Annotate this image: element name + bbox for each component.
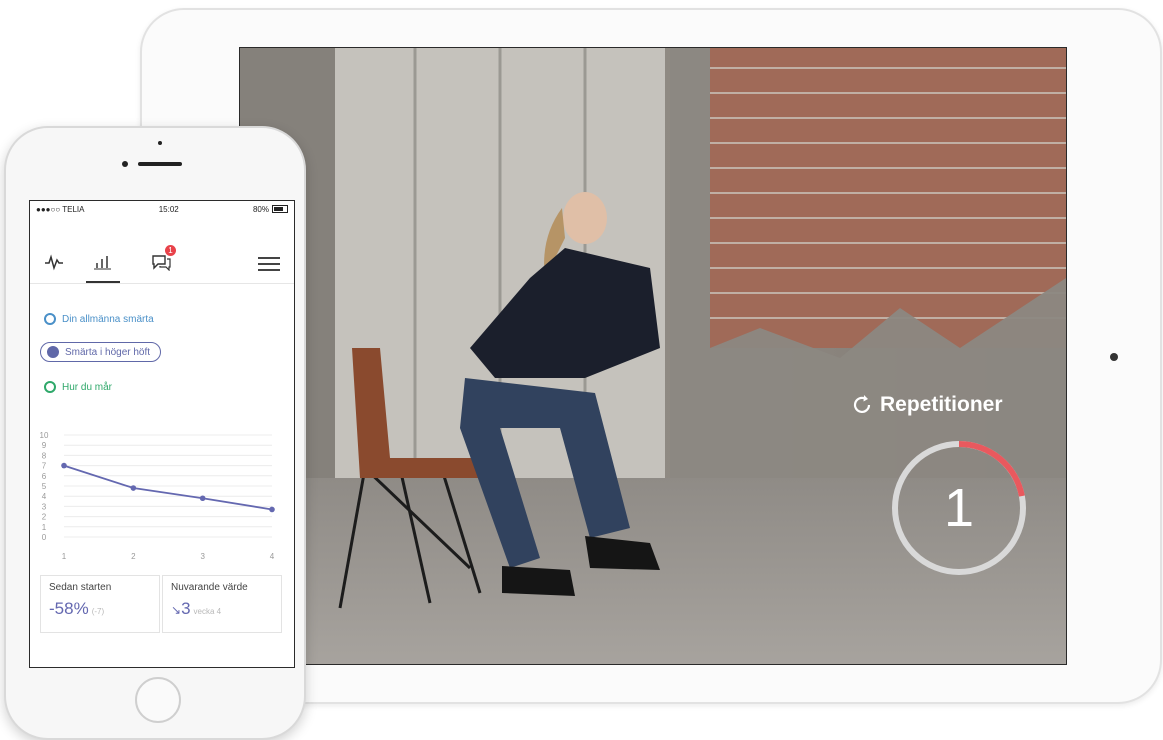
active-tab-indicator (86, 281, 120, 283)
data-point (269, 506, 275, 513)
metric-wellbeing[interactable]: Hur du mår (44, 381, 112, 393)
data-point (130, 485, 137, 491)
activity-icon[interactable] (44, 253, 64, 271)
status-carrier: ●●●○○ TELIA (36, 204, 85, 214)
app-nav-bar: 1 (30, 243, 294, 284)
metric-wellbeing-ring (44, 381, 56, 393)
y-tick-label: 10 (40, 431, 49, 440)
repetitions-label-text: Repetitioner (880, 393, 1003, 416)
trend-down-icon: ↘ (171, 603, 182, 617)
metric-general-pain-label: Din allmänna smärta (62, 313, 154, 325)
since-start-sub: (-7) (91, 607, 105, 616)
phone-device: ●●●○○ TELIA 15:02 80% 1 Din allmänna smä… (4, 126, 306, 740)
y-tick-label: 1 (42, 523, 47, 532)
current-value-sub: vecka 4 (193, 607, 222, 616)
since-start-value-row: -58% (-7) (49, 599, 151, 619)
repetitions-label: Repetitioner (850, 393, 1003, 417)
since-start-label: Sedan starten (49, 582, 112, 593)
pain-trend-chart: 1098765432101 2 3 4 (40, 431, 275, 561)
battery-icon (271, 205, 288, 213)
status-time: 15:02 (158, 204, 179, 214)
metric-wellbeing-label: Hur du mår (62, 381, 113, 393)
data-point (199, 495, 206, 502)
y-tick-label: 3 (42, 502, 47, 511)
y-tick-label: 9 (42, 441, 47, 450)
current-value-row: ↘3 vecka 4 (171, 599, 273, 619)
metric-general-pain[interactable]: Din allmänna smärta (44, 313, 154, 325)
status-battery-group: 80% (253, 205, 288, 214)
y-tick-label: 6 (42, 472, 47, 481)
x-tick-label: 3 (200, 552, 205, 561)
y-tick-label: 8 (42, 451, 47, 460)
phone-sensor (158, 141, 162, 145)
y-tick-label: 7 (42, 462, 47, 471)
x-tick-label: 4 (270, 552, 275, 561)
current-value-label: Nuvarande värde (171, 582, 248, 593)
repeat-icon (853, 395, 871, 414)
current-value: 3 (181, 599, 191, 618)
tablet-camera (1110, 353, 1118, 361)
stats-icon[interactable] (93, 253, 113, 271)
y-tick-label: 4 (42, 492, 47, 501)
summary-since-start: Sedan starten -58% (-7) (40, 575, 160, 633)
exercise-video-screen[interactable]: Repetitioner 1 (239, 47, 1067, 665)
menu-icon[interactable] (258, 257, 280, 275)
notification-badge: 1 (165, 245, 176, 256)
metric-general-pain-ring (44, 313, 56, 325)
metric-right-hip-pain[interactable]: Smärta i höger höft (40, 342, 162, 362)
phone-camera (122, 161, 128, 167)
repetition-count: 1 (943, 478, 975, 538)
y-tick-label: 5 (42, 482, 47, 491)
metric-right-hip-pain-label: Smärta i höger höft (65, 346, 151, 358)
since-start-value: -58% (49, 599, 89, 618)
x-tick-label: 1 (62, 552, 67, 561)
y-tick-label: 0 (42, 533, 47, 542)
battery-percent: 80% (252, 204, 269, 214)
data-point (61, 462, 67, 469)
phone-home-button[interactable] (135, 677, 181, 723)
status-bar: ●●●○○ TELIA 15:02 80% (30, 201, 294, 217)
metric-right-hip-pain-dot (47, 346, 59, 358)
summary-current-value: Nuvarande värde ↘3 vecka 4 (162, 575, 282, 633)
series-line (63, 464, 273, 511)
phone-speaker (138, 162, 182, 166)
phone-screen: ●●●○○ TELIA 15:02 80% 1 Din allmänna smä… (29, 200, 295, 668)
x-tick-label: 2 (131, 552, 136, 561)
y-tick-label: 2 (42, 513, 47, 522)
